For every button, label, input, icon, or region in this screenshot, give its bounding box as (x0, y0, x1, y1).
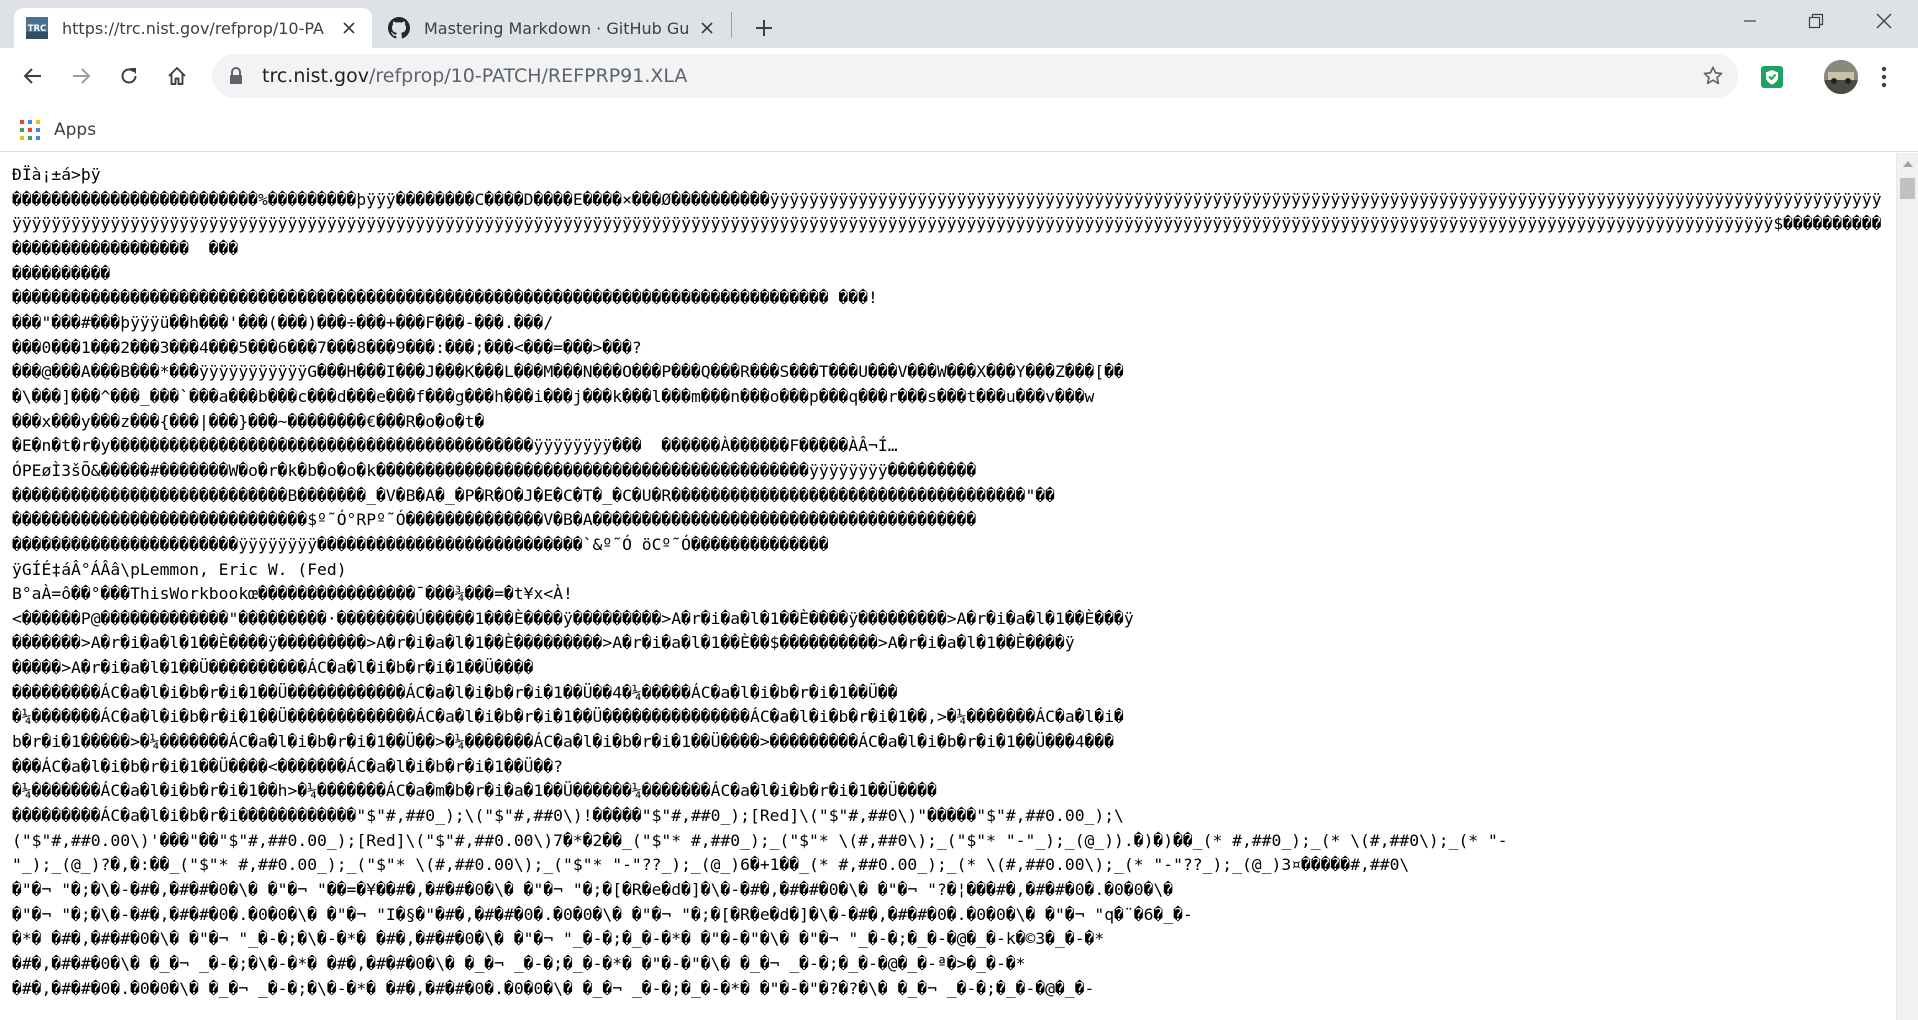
tab-separator (731, 12, 732, 38)
minimize-button[interactable] (1716, 0, 1784, 42)
back-button[interactable] (16, 59, 50, 93)
url-text: trc.nist.gov/refprop/10-PATCH/REFPRP91.X… (262, 65, 687, 87)
url-path: /refprop/10-PATCH/REFPRP91.XLA (368, 65, 688, 87)
trc-favicon-icon: TRC (26, 17, 48, 39)
forward-button[interactable] (64, 59, 98, 93)
scrollbar-thumb[interactable] (1900, 178, 1915, 199)
bookmark-apps[interactable]: Apps (20, 116, 96, 144)
home-icon (168, 67, 186, 85)
tab-strip: TRC https://trc.nist.gov/refprop/10-PA M… (0, 0, 1918, 48)
chrome-menu-button[interactable] (1872, 62, 1896, 92)
profile-avatar[interactable] (1824, 60, 1858, 94)
bookmark-star-icon[interactable] (1702, 65, 1724, 87)
bookmark-label: Apps (54, 120, 97, 140)
vertical-scrollbar[interactable] (1896, 153, 1918, 1020)
trc-favicon-label: TRC (28, 24, 47, 34)
restore-icon (1808, 13, 1824, 29)
scroll-up-arrow-icon[interactable] (1903, 161, 1913, 167)
reload-icon (121, 68, 137, 84)
page-content: ÐÏà¡±á>þÿ �������������������������%����… (0, 153, 1896, 1020)
restore-button[interactable] (1782, 0, 1850, 42)
back-arrow-icon (23, 68, 41, 84)
lock-icon[interactable] (226, 66, 246, 86)
address-bar[interactable]: trc.nist.gov/refprop/10-PATCH/REFPRP91.X… (212, 54, 1738, 98)
tab-refprop[interactable]: TRC https://trc.nist.gov/refprop/10-PA (14, 8, 372, 48)
tab-title: https://trc.nist.gov/refprop/10-PA (62, 18, 324, 38)
tab-markdown[interactable]: Mastering Markdown · GitHub Gu (376, 8, 730, 48)
url-host: trc.nist.gov (262, 65, 369, 87)
raw-file-text: ÐÏà¡±á>þÿ �������������������������%����… (12, 165, 1882, 998)
tab-title: Mastering Markdown · GitHub Gu (424, 18, 688, 38)
close-tab-icon[interactable] (696, 17, 718, 39)
bookmarks-bar: Apps (0, 108, 1918, 152)
apps-grid-icon (20, 120, 40, 140)
close-tab-icon[interactable] (338, 17, 360, 39)
toolbar: trc.nist.gov/refprop/10-PATCH/REFPRP91.X… (0, 48, 1918, 108)
close-window-button[interactable] (1850, 0, 1918, 42)
extension-shield-icon[interactable] (1758, 63, 1786, 91)
home-button[interactable] (160, 59, 194, 93)
minimize-icon (1744, 20, 1756, 22)
plus-icon (756, 20, 772, 36)
kebab-menu-icon (1881, 66, 1887, 88)
new-tab-button[interactable] (748, 12, 780, 44)
github-icon (388, 17, 410, 39)
close-icon (1876, 13, 1892, 29)
reload-button[interactable] (112, 59, 146, 93)
forward-arrow-icon (73, 68, 91, 84)
